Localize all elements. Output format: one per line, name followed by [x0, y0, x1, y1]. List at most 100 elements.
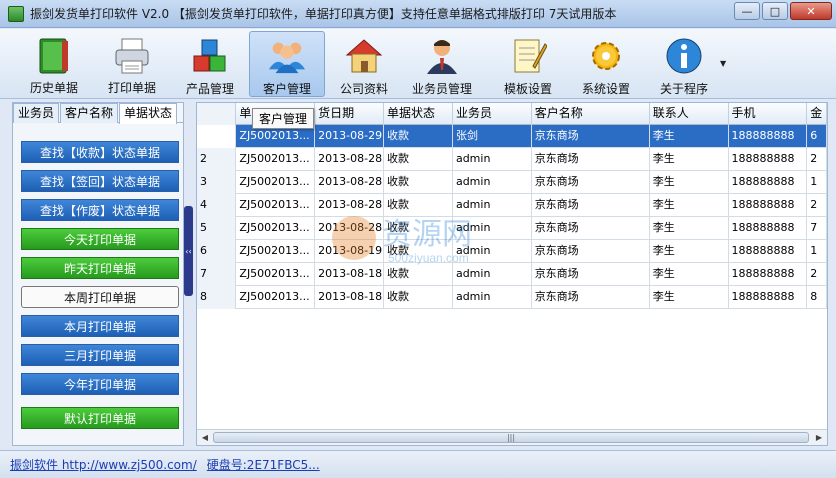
tab-salesman[interactable]: 业务员	[13, 103, 60, 123]
cell-amount[interactable]: 1	[807, 171, 827, 194]
cell-ship-date[interactable]: 2013-08-28	[315, 217, 385, 240]
cell-row-index[interactable]: 3	[197, 171, 237, 194]
cell-mobile[interactable]: 188888888	[729, 286, 808, 309]
cell-salesman[interactable]: admin	[453, 240, 532, 263]
cell-row-index[interactable]: 7	[197, 263, 237, 286]
toolbar-template-settings[interactable]: 模板设置	[490, 31, 566, 97]
toolbar-print-order[interactable]: 打印单据	[94, 31, 170, 97]
cell-contact[interactable]: 李生	[650, 171, 729, 194]
cell-mobile[interactable]: 188888888	[729, 263, 808, 286]
cell-mobile[interactable]: 188888888	[729, 148, 808, 171]
cell-salesman[interactable]: admin	[453, 217, 532, 240]
cell-row-index[interactable]: 8	[197, 286, 237, 309]
cell-amount[interactable]: 2	[807, 263, 827, 286]
cell-order-no[interactable]: ZJ5002013...	[236, 171, 316, 194]
toolbar-customer-management[interactable]: 客户管理	[249, 31, 325, 97]
cell-mobile[interactable]: 188888888	[729, 240, 808, 263]
cell-status[interactable]: 收款	[384, 263, 453, 286]
cell-ship-date[interactable]: 2013-08-28	[315, 171, 385, 194]
find-signed-button[interactable]: 查找【签回】状态单据	[21, 170, 179, 192]
cell-salesman[interactable]: admin	[453, 263, 532, 286]
cell-ship-date[interactable]: 2013-08-18	[315, 286, 385, 309]
col-header-salesman[interactable]: 业务员	[453, 103, 532, 125]
cell-row-index[interactable]: 4	[197, 194, 237, 217]
table-row[interactable]: 6 ZJ5002013... 2013-08-19 收款 admin 京东商场 李生 1888…	[197, 240, 827, 263]
col-header-status[interactable]: 单据状态	[384, 103, 453, 125]
today-orders-button[interactable]: 今天打印单据	[21, 228, 179, 250]
panel-splitter-handle[interactable]: ‹‹	[184, 206, 193, 296]
cell-ship-date[interactable]: 2013-08-28	[315, 148, 385, 171]
scroll-thumb[interactable]: |||	[213, 432, 809, 443]
cell-status[interactable]: 收款	[384, 240, 453, 263]
minimize-button[interactable]: —	[734, 2, 760, 20]
cell-mobile[interactable]: 188888888	[729, 171, 808, 194]
scroll-left-arrow[interactable]: ◀	[199, 432, 211, 443]
cell-mobile[interactable]: 188888888	[729, 217, 808, 240]
cell-customer[interactable]: 京东商场	[532, 263, 650, 286]
maximize-button[interactable]: □	[762, 2, 788, 20]
table-row[interactable]: 8 ZJ5002013... 2013-08-18 收款 admin 京东商场 李生 1888…	[197, 286, 827, 309]
cell-row-index[interactable]	[197, 125, 237, 148]
col-header-amount[interactable]: 金	[807, 103, 827, 125]
cell-order-no[interactable]: ZJ5002013...	[236, 240, 316, 263]
cell-customer[interactable]: 京东商场	[532, 125, 650, 148]
table-row[interactable]: 2 ZJ5002013... 2013-08-28 收款 admin 京东商场 李生 1888…	[197, 148, 827, 171]
cell-order-no[interactable]: ZJ5002013...	[236, 217, 316, 240]
cell-order-no[interactable]: ZJ5002013...	[236, 194, 316, 217]
cell-status[interactable]: 收款	[384, 148, 453, 171]
cell-ship-date[interactable]: 2013-08-18	[315, 263, 385, 286]
cell-customer[interactable]: 京东商场	[532, 148, 650, 171]
cell-customer[interactable]: 京东商场	[532, 194, 650, 217]
cell-ship-date[interactable]: 2013-08-19	[315, 240, 385, 263]
default-orders-button[interactable]: 默认打印单据	[21, 407, 179, 429]
cell-amount[interactable]: 1	[807, 240, 827, 263]
cell-order-no[interactable]: ZJ5002013...	[236, 148, 316, 171]
col-header-customer[interactable]: 客户名称	[532, 103, 650, 125]
cell-salesman[interactable]: admin	[453, 286, 532, 309]
find-received-button[interactable]: 查找【收款】状态单据	[21, 141, 179, 163]
cell-customer[interactable]: 京东商场	[532, 217, 650, 240]
horizontal-scrollbar[interactable]: ◀ ||| ▶	[197, 429, 827, 445]
toolbar-product-management[interactable]: 产品管理	[172, 31, 248, 97]
toolbar-history-orders[interactable]: 历史单据	[16, 31, 92, 97]
find-void-button[interactable]: 查找【作废】状态单据	[21, 199, 179, 221]
cell-contact[interactable]: 李生	[650, 148, 729, 171]
month-orders-button[interactable]: 本月打印单据	[21, 315, 179, 337]
cell-salesman[interactable]: admin	[453, 194, 532, 217]
scroll-right-arrow[interactable]: ▶	[813, 432, 825, 443]
week-orders-button[interactable]: 本周打印单据	[21, 286, 179, 308]
cell-mobile[interactable]: 188888888	[729, 125, 808, 148]
cell-contact[interactable]: 李生	[650, 125, 729, 148]
table-row[interactable]: 3 ZJ5002013... 2013-08-28 收款 admin 京东商场 李生 1888…	[197, 171, 827, 194]
tab-order-status[interactable]: 单据状态	[119, 103, 178, 124]
three-month-orders-button[interactable]: 三月打印单据	[21, 344, 179, 366]
cell-ship-date[interactable]: 2013-08-29	[315, 125, 385, 148]
cell-customer[interactable]: 京东商场	[532, 286, 650, 309]
toolbar-more-caret[interactable]: ▼	[720, 59, 726, 68]
cell-status[interactable]: 收款	[384, 194, 453, 217]
cell-status[interactable]: 收款	[384, 125, 453, 148]
col-header-index[interactable]	[197, 103, 237, 125]
cell-contact[interactable]: 李生	[650, 263, 729, 286]
col-header-ship-date[interactable]: 货日期	[315, 103, 385, 125]
cell-customer[interactable]: 京东商场	[532, 240, 650, 263]
cell-amount[interactable]: 8	[807, 286, 827, 309]
cell-salesman[interactable]: admin	[453, 171, 532, 194]
close-button[interactable]: ✕	[790, 2, 832, 20]
toolbar-system-settings[interactable]: 系统设置	[568, 31, 644, 97]
cell-order-no[interactable]: ZJ5002013...	[236, 286, 316, 309]
website-link[interactable]: 振剑软件 http://www.zj500.com/	[10, 456, 197, 473]
cell-row-index[interactable]: 6	[197, 240, 237, 263]
table-row[interactable]: 7 ZJ5002013... 2013-08-18 收款 admin 京东商场 李生 1888…	[197, 263, 827, 286]
cell-amount[interactable]: 6	[807, 125, 827, 148]
cell-row-index[interactable]: 5	[197, 217, 237, 240]
cell-amount[interactable]: 2	[807, 194, 827, 217]
year-orders-button[interactable]: 今年打印单据	[21, 373, 179, 395]
cell-salesman[interactable]: admin	[453, 148, 532, 171]
table-row[interactable]: 5 ZJ5002013... 2013-08-28 收款 admin 京东商场 李生 1888…	[197, 217, 827, 240]
tab-customer-name[interactable]: 客户名称	[60, 103, 119, 123]
cell-salesman[interactable]: 张剑	[453, 125, 532, 148]
cell-contact[interactable]: 李生	[650, 240, 729, 263]
col-header-mobile[interactable]: 手机	[729, 103, 808, 125]
cell-contact[interactable]: 李生	[650, 194, 729, 217]
